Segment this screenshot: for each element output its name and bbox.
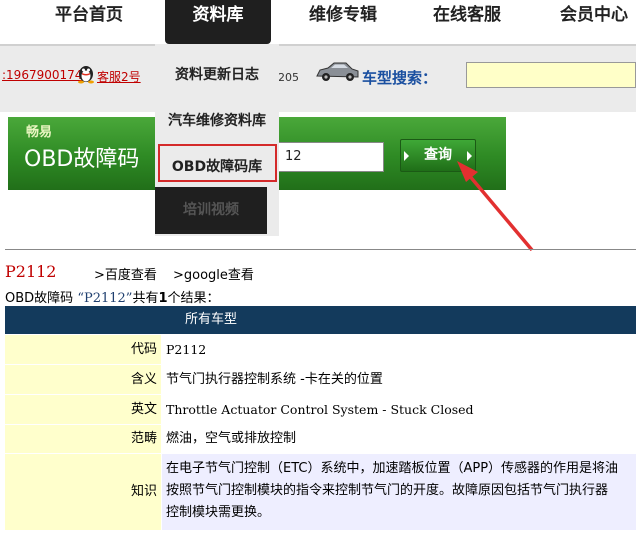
divider bbox=[5, 249, 636, 250]
table-header: 所有车型 bbox=[5, 306, 636, 334]
row-value-meaning: 节气门执行器控制系统 -卡在关的位置 bbox=[162, 365, 636, 394]
knowledge-line: 在电子节气门控制（ETC）系统中，加速踏板位置（APP）传感器的作用是将油 bbox=[166, 461, 619, 476]
row-value-category: 燃油，空气或排放控制 bbox=[162, 425, 636, 453]
row-label-code: 代码 bbox=[5, 335, 161, 364]
row-label-meaning: 含义 bbox=[5, 365, 161, 394]
result-summary: OBD故障码 “P2112”共有1个结果： bbox=[5, 287, 220, 306]
row-label-knowledge: 知识 bbox=[5, 454, 161, 530]
row-label-english: 英文 bbox=[5, 395, 161, 424]
knowledge-line: 控制模块需更换。 bbox=[166, 505, 271, 520]
row-label-category: 范畴 bbox=[5, 425, 161, 453]
row-value-knowledge: 在电子节气门控制（ETC）系统中，加速踏板位置（APP）传感器的作用是将油 按照… bbox=[162, 454, 636, 530]
summary-mid: 共有 bbox=[132, 291, 159, 306]
knowledge-line: 按照节气门控制模块的指令来控制节气门的开度。故障原因包括节气门执行器 bbox=[166, 483, 609, 498]
row-value-code: P2112 bbox=[162, 335, 636, 364]
summary-count: 1 bbox=[158, 291, 168, 306]
table-header-label: 所有车型 bbox=[185, 312, 238, 327]
result-code: P2112 bbox=[5, 262, 57, 281]
baidu-lookup-link[interactable]: >百度查看 bbox=[94, 264, 157, 283]
summary-suffix: 个结果： bbox=[167, 291, 220, 306]
row-value-english: Throttle Actuator Control System - Stuck… bbox=[162, 395, 636, 424]
summary-prefix: OBD故障码 bbox=[5, 291, 74, 306]
summary-query: “P2112” bbox=[77, 291, 133, 306]
google-lookup-link[interactable]: >google查看 bbox=[173, 264, 254, 283]
